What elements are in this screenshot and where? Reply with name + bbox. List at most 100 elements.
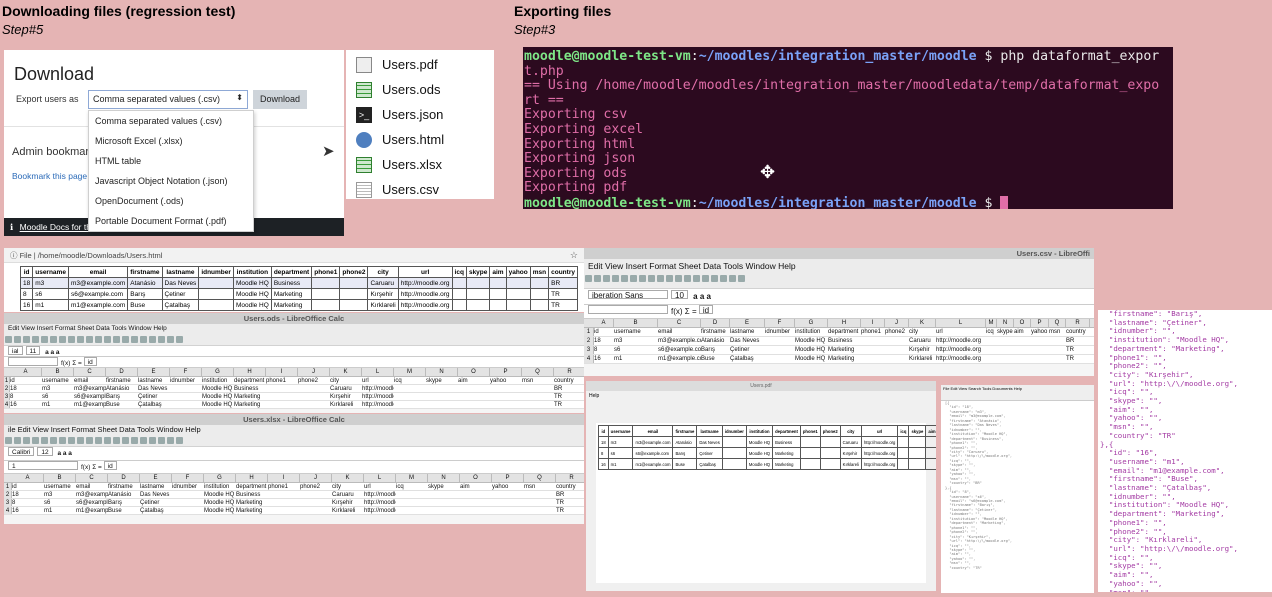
sheet-cell[interactable]: city [909, 328, 936, 336]
sheet-cell[interactable]: http://moodle.org [936, 355, 986, 363]
format-select[interactable]: Comma separated values (.csv) ⬍ [88, 90, 248, 109]
sheet-cell[interactable]: phone2 [298, 377, 330, 384]
sheet-cell[interactable]: aim [460, 483, 492, 490]
sheet-cell[interactable]: http://moodle.org [936, 346, 986, 354]
sheet-cell[interactable]: m3 [614, 337, 658, 345]
sheet-cell[interactable]: url [362, 377, 394, 384]
sheet-cell[interactable]: city [332, 483, 364, 490]
sheet-cell[interactable]: lastname [138, 377, 170, 384]
sheet-cell[interactable]: http://moodle.org [364, 499, 396, 506]
sheet-cell[interactable]: Kırklareli [909, 355, 936, 363]
sheet-cell[interactable]: Çatalbaş [140, 507, 172, 514]
sheet-cell[interactable]: id [594, 328, 614, 336]
sheet-cell[interactable]: Das Neves [140, 491, 172, 498]
sheet-cell[interactable]: TR [554, 393, 584, 400]
sheet-cell[interactable]: m3@example.com [74, 385, 106, 392]
sheet-cell[interactable]: Moodle HQ [204, 499, 236, 506]
toolbar[interactable] [4, 334, 584, 346]
sheet-cell[interactable]: icq [986, 328, 997, 336]
sheet-cell[interactable]: Atanásio [701, 337, 730, 345]
file-item[interactable]: Users.html [356, 127, 444, 152]
sheet-cell[interactable]: icq [394, 377, 426, 384]
sheet-cell[interactable]: 18 [12, 491, 44, 498]
sheet-cell[interactable]: Çatalbaş [730, 355, 765, 363]
sheet-cell[interactable]: Atanásio [106, 385, 138, 392]
sheet-cell[interactable]: lastname [730, 328, 765, 336]
sheet-cell[interactable]: url [364, 483, 396, 490]
sheet-cell[interactable]: Kırklareli [332, 507, 364, 514]
sheet-cell[interactable]: icq [396, 483, 428, 490]
sheet-cell[interactable]: s6 [614, 346, 658, 354]
sheet-cell[interactable]: m3 [44, 491, 76, 498]
option-xlsx[interactable]: Microsoft Excel (.xlsx) [89, 131, 253, 151]
sheet-cell[interactable]: msn [522, 377, 554, 384]
sheet-cell[interactable]: s6 [44, 499, 76, 506]
sheet-cell[interactable]: url [936, 328, 986, 336]
menu-bar[interactable]: ile Edit View Insert Format Sheet Data T… [4, 425, 584, 435]
sheet-cell[interactable]: 8 [12, 499, 44, 506]
sheet-cell[interactable]: phone2 [300, 483, 332, 490]
sheet-cell[interactable]: BR [554, 385, 584, 392]
sheet-cell[interactable]: phone2 [885, 328, 909, 336]
menu-bar[interactable]: Edit View Insert Format Sheet Data Tools… [584, 259, 1094, 273]
file-item[interactable]: Users.pdf [356, 52, 438, 77]
menu-bar[interactable]: Help [586, 391, 936, 401]
sheet-cell[interactable]: username [44, 483, 76, 490]
file-item[interactable]: Users.ods [356, 77, 441, 102]
sheet-cell[interactable]: firstname [106, 377, 138, 384]
option-html[interactable]: HTML table [89, 151, 253, 171]
sheet-cell[interactable]: Business [828, 337, 861, 345]
sheet-cell[interactable]: Barış [106, 393, 138, 400]
sheet-cell[interactable]: http://moodle.org [936, 337, 986, 345]
sheet-cell[interactable]: s6 [42, 393, 74, 400]
sheet-cell[interactable]: Marketing [236, 507, 268, 514]
sheet-cell[interactable]: Moodle HQ [795, 346, 828, 354]
formula-bar[interactable]: f(x) Σ = id [584, 305, 1094, 319]
formula-bar[interactable]: f(x) Σ = id [4, 357, 584, 368]
sheet-cell[interactable]: 8 [594, 346, 614, 354]
sheet-cell[interactable]: country [1066, 328, 1090, 336]
sheet-cell[interactable]: department [234, 377, 266, 384]
sheet-cell[interactable]: Moodle HQ [204, 507, 236, 514]
spreadsheet-grid[interactable]: A B C D E F G H I J K L M N O P Q R 1 id username email firstn… [4, 474, 584, 515]
sheet-cell[interactable]: m3@example.com [658, 337, 701, 345]
sheet-cell[interactable]: Marketing [236, 499, 268, 506]
sheet-cell[interactable]: Moodle HQ [202, 393, 234, 400]
option-pdf[interactable]: Portable Document Format (.pdf) [89, 211, 253, 231]
sheet-cell[interactable]: 16 [10, 401, 42, 408]
sheet-cell[interactable]: idnumber [765, 328, 795, 336]
sheet-cell[interactable]: country [556, 483, 584, 490]
sheet-cell[interactable]: 8 [10, 393, 42, 400]
sheet-cell[interactable]: s6@example.com [658, 346, 701, 354]
sheet-cell[interactable]: department [828, 328, 861, 336]
sheet-cell[interactable]: skype [428, 483, 460, 490]
menu-bar[interactable]: File Edit View Search Tools Documents He… [941, 385, 1094, 393]
sheet-cell[interactable]: idnumber [172, 483, 204, 490]
sheet-cell[interactable]: country [554, 377, 584, 384]
download-button[interactable]: Download [253, 90, 307, 109]
sheet-cell[interactable]: Kırşehir [330, 393, 362, 400]
sheet-cell[interactable]: BR [1066, 337, 1090, 345]
formatting-bar[interactable]: Calibri 12 a a a [4, 447, 584, 461]
sheet-cell[interactable]: TR [556, 499, 584, 506]
sheet-cell[interactable]: Çetiner [730, 346, 765, 354]
sheet-cell[interactable]: Barış [108, 499, 140, 506]
sheet-cell[interactable]: http://moodle.org [364, 491, 396, 498]
sheet-cell[interactable]: Moodle HQ [202, 401, 234, 408]
sheet-cell[interactable]: Barış [701, 346, 730, 354]
sheet-cell[interactable]: institution [202, 377, 234, 384]
menu-bar[interactable]: Edit View Insert Format Sheet Data Tools… [4, 324, 584, 334]
sheet-cell[interactable]: Das Neves [138, 385, 170, 392]
formatting-bar[interactable]: iberation Sans 10 a a a [584, 289, 1094, 305]
sheet-cell[interactable]: m1@example.com [74, 401, 106, 408]
toolbar[interactable] [584, 273, 1094, 289]
sheet-cell[interactable]: institution [795, 328, 828, 336]
sheet-cell[interactable]: email [74, 377, 106, 384]
bookmark-star-icon[interactable]: ☆ [570, 250, 578, 261]
sheet-cell[interactable]: aim [458, 377, 490, 384]
sheet-cell[interactable]: email [658, 328, 701, 336]
toolbar[interactable] [4, 435, 584, 447]
file-item[interactable]: Users.csv [356, 177, 439, 202]
sheet-cell[interactable]: aim [1014, 328, 1031, 336]
sheet-cell[interactable]: Buse [106, 401, 138, 408]
